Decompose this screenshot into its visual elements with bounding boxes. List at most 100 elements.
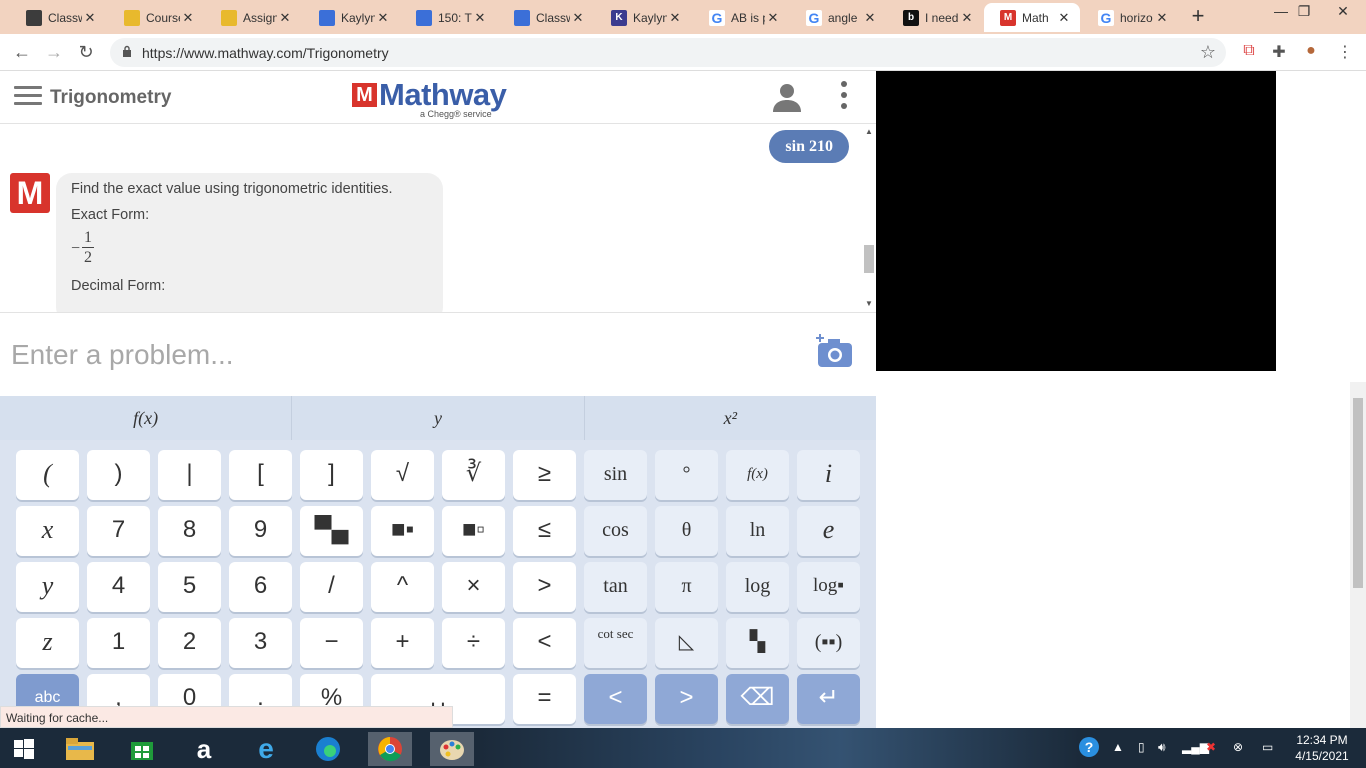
key-row3-11[interactable]: log▪ — [797, 562, 860, 612]
windows-start-icon[interactable] — [2, 732, 46, 766]
key-row4-7[interactable]: < — [513, 618, 576, 668]
key-row2-0[interactable]: x — [16, 506, 79, 556]
extensions-puzzle-icon[interactable]: ✚ — [1268, 42, 1290, 64]
key-row1-5[interactable]: √ — [371, 450, 434, 500]
key-row1-3[interactable]: [ — [229, 450, 292, 500]
key-row1-0[interactable]: ( — [16, 450, 79, 500]
tab-close-icon[interactable]: ✕ — [667, 10, 683, 26]
profile-avatar-icon[interactable]: ● — [1300, 42, 1322, 64]
bookmark-star-icon[interactable]: ☆ — [1200, 42, 1216, 63]
key-row2-1[interactable]: 7 — [87, 506, 150, 556]
scroll-down-arrow-icon[interactable]: ▼ — [865, 299, 873, 308]
internet-explorer-icon[interactable]: e — [244, 732, 288, 766]
tab-x-squared[interactable]: x² — [585, 396, 876, 440]
browser-tab[interactable]: K Kaylyn ✕ — [595, 3, 691, 32]
key-row2-10[interactable]: ln — [726, 506, 789, 556]
security-alert-icon[interactable]: ✖ — [1206, 740, 1216, 754]
key-row3-8[interactable]: tan — [584, 562, 647, 612]
key-row1-8[interactable]: sin — [584, 450, 647, 500]
browser-tab[interactable]: Classw✕ — [10, 3, 106, 32]
browser-tab[interactable]: Gangle ✕ — [790, 3, 886, 32]
tab-close-icon[interactable]: ✕ — [472, 10, 488, 26]
key-row1-10[interactable]: f(x) — [726, 450, 789, 500]
key-row3-3[interactable]: 6 — [229, 562, 292, 612]
problem-input[interactable]: Enter a problem... — [11, 339, 234, 371]
key-row4-3[interactable]: 3 — [229, 618, 292, 668]
volume-icon[interactable]: 🔊︎ — [1158, 740, 1166, 755]
chat-scroll-thumb[interactable] — [864, 245, 874, 273]
key-row2-8[interactable]: cos — [584, 506, 647, 556]
tab-functions[interactable]: f(x) — [0, 396, 293, 440]
amazon-icon[interactable]: a — [182, 732, 226, 766]
paint-icon[interactable] — [430, 732, 474, 766]
reload-icon[interactable]: ↻ — [74, 41, 98, 65]
key-row1-6[interactable]: ∛ — [442, 450, 505, 500]
tab-close-icon[interactable]: ✕ — [277, 10, 293, 26]
key-row3-2[interactable]: 5 — [158, 562, 221, 612]
browser-tab[interactable]: 150: T ✕ — [400, 3, 496, 32]
help-icon[interactable]: ? — [1078, 736, 1100, 761]
more-options-icon[interactable] — [841, 81, 849, 113]
tab-close-icon[interactable]: ✕ — [862, 10, 878, 26]
extension-badge-icon[interactable]: ⧉ — [1238, 42, 1260, 64]
key-row3-0[interactable]: y — [16, 562, 79, 612]
browser-tab[interactable]: Ghorizo ✕ — [1082, 3, 1178, 32]
browser-menu-icon[interactable]: ⋮ — [1334, 42, 1356, 64]
chat-scrollbar[interactable]: ▲ ▼ — [862, 125, 876, 311]
tab-close-icon[interactable]: ✕ — [959, 10, 975, 26]
key-row4-8[interactable]: cot sec — [584, 618, 647, 668]
new-tab-button[interactable]: + — [1184, 4, 1212, 30]
key-row4-11[interactable]: (▪▪) — [797, 618, 860, 668]
key-row4-6[interactable]: ÷ — [442, 618, 505, 668]
key-row4-9[interactable]: ◺ — [655, 618, 718, 668]
tab-y[interactable]: y — [292, 396, 585, 440]
close-window-button[interactable]: ✕ — [1320, 0, 1366, 30]
key-row1-2[interactable]: | — [158, 450, 221, 500]
tab-close-icon[interactable]: ✕ — [375, 10, 391, 26]
key-row1-9[interactable]: ° — [655, 450, 718, 500]
browser-tab[interactable]: G AB is p✕ — [693, 3, 789, 32]
key-row4-0[interactable]: z — [16, 618, 79, 668]
browser-tab[interactable]: Kaylyn ✕ — [303, 3, 399, 32]
tray-overflow-icon[interactable]: ▲ — [1112, 740, 1124, 754]
key-row3-1[interactable]: 4 — [87, 562, 150, 612]
tab-close-icon[interactable]: ✕ — [82, 10, 98, 26]
key-row2-3[interactable]: 9 — [229, 506, 292, 556]
key-row3-6[interactable]: × — [442, 562, 505, 612]
network-icon[interactable]: ▂▄▆ — [1182, 740, 1209, 754]
file-explorer-icon[interactable] — [58, 732, 102, 766]
key-row5-10[interactable]: ↵ — [797, 674, 860, 724]
tab-close-icon[interactable]: ✕ — [570, 10, 586, 26]
key-row2-7[interactable]: ≤ — [513, 506, 576, 556]
key-row3-5[interactable]: ^ — [371, 562, 434, 612]
key-row2-9[interactable]: θ — [655, 506, 718, 556]
key-row2-2[interactable]: 8 — [158, 506, 221, 556]
system-clock[interactable]: 12:34 PM 4/15/2021 — [1292, 732, 1352, 764]
user-account-icon[interactable] — [771, 81, 803, 113]
tab-close-icon[interactable]: ✕ — [1154, 10, 1170, 26]
tab-close-icon[interactable]: ✕ — [1056, 10, 1072, 26]
key-row1-1[interactable]: ) — [87, 450, 150, 500]
back-arrow-icon[interactable]: ← — [10, 41, 34, 65]
key-row3-7[interactable]: > — [513, 562, 576, 612]
key-row4-2[interactable]: 2 — [158, 618, 221, 668]
key-row2-6[interactable]: ■▫ — [442, 506, 505, 556]
browser-tab[interactable]: Classw✕ — [498, 3, 594, 32]
key-row5-9[interactable]: ⌫ — [726, 674, 789, 724]
key-row4-5[interactable]: + — [371, 618, 434, 668]
action-center-icon[interactable]: ▭ — [1262, 740, 1273, 754]
key-row2-5[interactable]: ■▪ — [371, 506, 434, 556]
battery-icon[interactable]: ▯ — [1138, 740, 1145, 754]
key-row3-4[interactable]: / — [300, 562, 363, 612]
camera-icon[interactable] — [816, 333, 854, 369]
key-row4-4[interactable]: − — [300, 618, 363, 668]
page-scroll-thumb[interactable] — [1353, 398, 1363, 588]
key-row5-8[interactable]: > — [655, 674, 718, 724]
meet-now-icon[interactable]: ⊗ — [1233, 740, 1243, 754]
microsoft-store-icon[interactable] — [120, 732, 164, 766]
forward-arrow-icon[interactable]: → — [42, 41, 66, 65]
page-scrollbar[interactable] — [1350, 382, 1366, 728]
hamburger-menu-icon[interactable] — [14, 86, 42, 106]
address-bar[interactable]: https://www.mathway.com/Trigonometry ☆ — [110, 38, 1226, 67]
key-row5-7[interactable]: < — [584, 674, 647, 724]
